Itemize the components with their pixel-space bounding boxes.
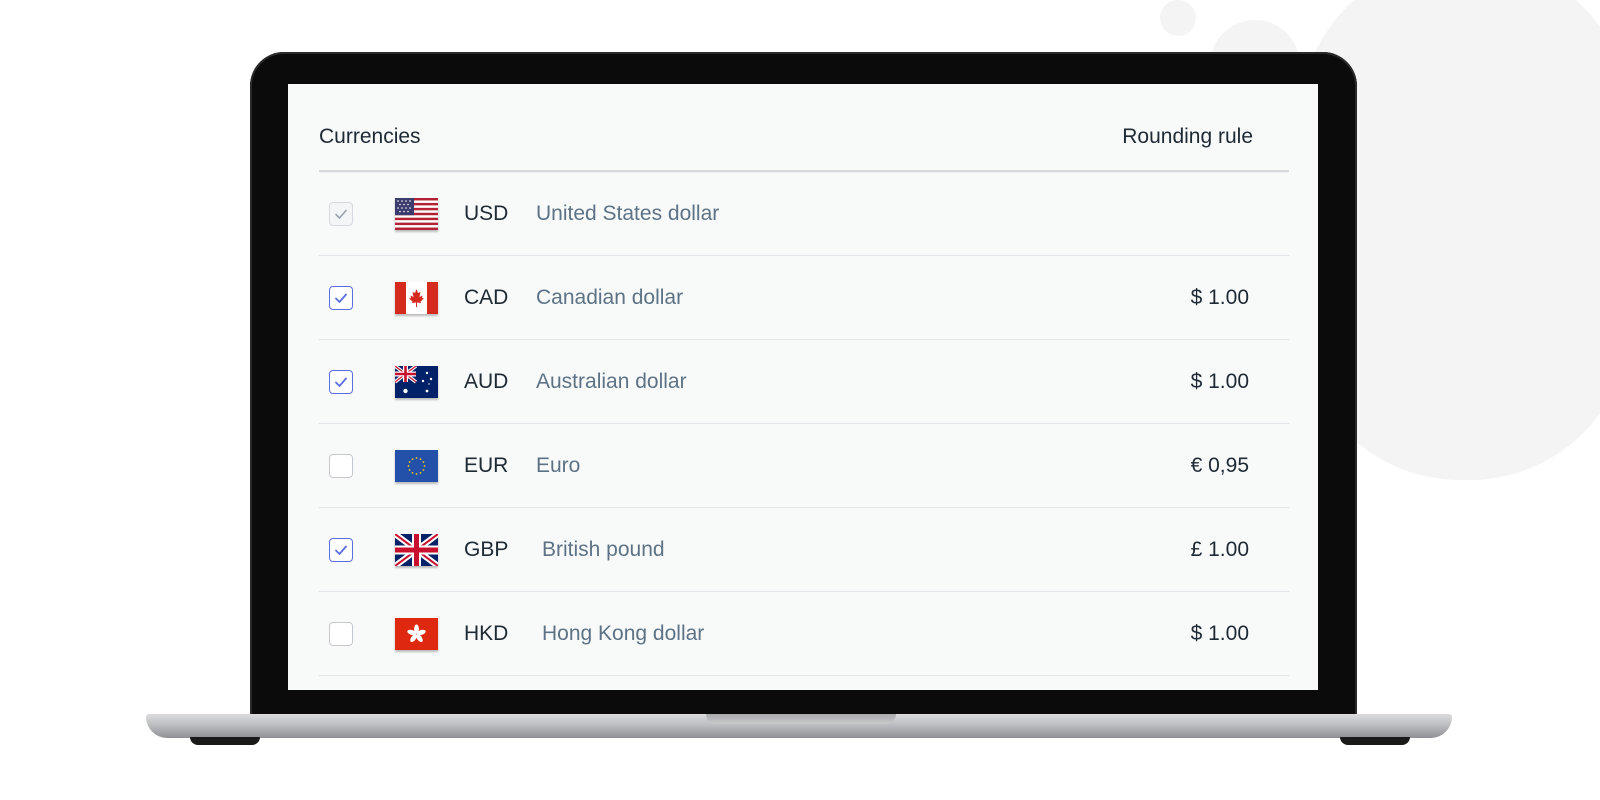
rounding-value: £ 1.00 <box>1190 537 1249 561</box>
currency-code: GBP <box>464 537 509 561</box>
uk-flag-icon <box>395 533 438 566</box>
currencies-column-header: Currencies <box>319 125 421 148</box>
table-row[interactable]: USD United States dollar <box>319 172 1289 256</box>
currency-checkbox-cad[interactable] <box>329 285 353 310</box>
table-row[interactable]: CAD Canadian dollar $ 1.00 <box>319 256 1289 340</box>
currency-checkbox-usd[interactable] <box>329 201 353 226</box>
background-blob <box>1160 0 1196 36</box>
table-row[interactable]: HKD Hong Kong dollar $ 1.00 <box>319 592 1289 676</box>
rounding-rule-column-header: Rounding rule <box>1122 125 1253 148</box>
currency-code: AUD <box>464 369 509 393</box>
table-row[interactable]: GBP British pound £ 1.00 <box>319 508 1289 592</box>
checkmark-icon <box>335 293 347 303</box>
currencies-table: Currencies Rounding rule USD United Stat… <box>319 104 1289 676</box>
currency-name: United States dollar <box>536 201 720 225</box>
currency-name: Euro <box>536 453 581 477</box>
us-flag-icon <box>395 197 438 230</box>
australia-flag-icon <box>395 365 438 398</box>
currency-code: HKD <box>464 621 509 645</box>
table-row[interactable]: AUD Australian dollar $ 1.00 <box>319 340 1289 424</box>
eu-flag-icon <box>395 449 438 482</box>
currency-checkbox-eur[interactable] <box>329 453 353 478</box>
currency-code: EUR <box>464 453 509 477</box>
rounding-value: $ 1.00 <box>1190 285 1249 309</box>
currency-name: Hong Kong dollar <box>542 621 705 645</box>
checkmark-icon <box>335 377 347 387</box>
hong-kong-flag-icon <box>395 617 438 650</box>
laptop-screen: Currencies Rounding rule USD United Stat… <box>288 84 1318 690</box>
laptop-opening-notch <box>706 714 896 724</box>
table-header: Currencies Rounding rule <box>319 104 1289 172</box>
currency-code: USD <box>464 201 509 225</box>
rounding-value: € 0,95 <box>1190 453 1249 477</box>
currency-name: British pound <box>542 537 665 561</box>
currency-name: Canadian dollar <box>536 285 684 309</box>
checkmark-icon <box>335 209 347 219</box>
checkmark-icon <box>335 545 347 555</box>
currency-checkbox-hkd[interactable] <box>329 621 353 646</box>
laptop-frame: Currencies Rounding rule USD United Stat… <box>250 52 1357 724</box>
rounding-value: $ 1.00 <box>1190 369 1249 393</box>
currency-name: Australian dollar <box>536 369 687 393</box>
laptop-base <box>146 714 1452 738</box>
table-row[interactable]: EUR Euro € 0,95 <box>319 424 1289 508</box>
rounding-value: $ 1.00 <box>1190 621 1249 645</box>
currency-checkbox-aud[interactable] <box>329 369 353 394</box>
canada-flag-icon <box>395 281 438 314</box>
currency-checkbox-gbp[interactable] <box>329 537 353 562</box>
laptop-foot <box>1340 737 1410 745</box>
currency-code: CAD <box>464 285 509 309</box>
laptop-foot <box>190 737 260 745</box>
